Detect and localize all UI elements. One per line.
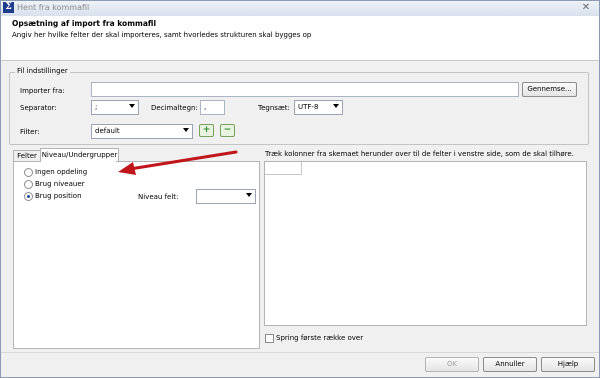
- chevron-down-icon: [183, 128, 189, 132]
- level-field-select[interactable]: [196, 189, 256, 204]
- title-bar[interactable]: [1, 1, 599, 16]
- separator-select[interactable]: ;: [91, 100, 139, 115]
- decimal-label: Decimaltegn:: [151, 104, 198, 112]
- header-title: Opsætning af import fra kommafil: [12, 19, 157, 28]
- drag-instruction: Træk kolonner fra skemaet herunder over …: [265, 150, 574, 158]
- sigma-icon: Σ: [3, 2, 14, 13]
- separator-value: ;: [95, 103, 98, 111]
- footer-divider: [1, 352, 599, 353]
- red-arrow-annotation: [118, 150, 238, 175]
- close-icon[interactable]: ✕: [576, 0, 596, 15]
- charset-value: UTF-8: [298, 103, 319, 111]
- chevron-down-icon: [333, 104, 339, 108]
- file-settings-label: Fil indstillinger: [15, 67, 70, 75]
- filter-select[interactable]: default: [91, 124, 193, 139]
- charset-select[interactable]: UTF-8: [294, 100, 343, 115]
- skip-first-row-checkbox[interactable]: [265, 334, 274, 343]
- grid-header-cell[interactable]: [265, 162, 302, 175]
- browse-button[interactable]: Gennemse...: [522, 82, 577, 97]
- radio-no-division[interactable]: [24, 168, 33, 177]
- charset-label: Tegnsæt:: [258, 104, 290, 112]
- header-subtitle: Angiv her hvilke felter der skal importe…: [12, 31, 312, 39]
- radio-use-levels[interactable]: [24, 180, 33, 189]
- decimal-value: ,: [204, 103, 207, 111]
- filter-label: Filter:: [20, 128, 40, 136]
- ok-button[interactable]: OK: [425, 357, 479, 372]
- import-from-input[interactable]: [91, 82, 519, 97]
- radio-no-division-label: Ingen opdeling: [35, 168, 88, 176]
- chevron-down-icon: [129, 104, 135, 108]
- remove-filter-button[interactable]: −: [220, 124, 235, 137]
- separator-label: Separator:: [20, 104, 57, 112]
- column-schema-grid[interactable]: [264, 161, 587, 326]
- cancel-button[interactable]: Annuller: [483, 357, 537, 372]
- help-button[interactable]: Hjælp: [541, 357, 595, 372]
- add-filter-button[interactable]: +: [199, 124, 214, 137]
- radio-use-levels-label: Brug niveauer: [35, 180, 85, 188]
- radio-use-position-label: Brug position: [35, 192, 82, 200]
- filter-value: default: [95, 127, 120, 135]
- chevron-down-icon: [246, 193, 252, 197]
- window-title: Hent fra kommafil: [17, 3, 90, 12]
- import-from-label: Importer fra:: [20, 87, 65, 95]
- decimal-input[interactable]: ,: [200, 100, 225, 115]
- level-field-label: Niveau felt:: [138, 193, 179, 201]
- skip-first-row-label: Spring første række over: [276, 334, 364, 342]
- radio-use-position[interactable]: [24, 192, 33, 201]
